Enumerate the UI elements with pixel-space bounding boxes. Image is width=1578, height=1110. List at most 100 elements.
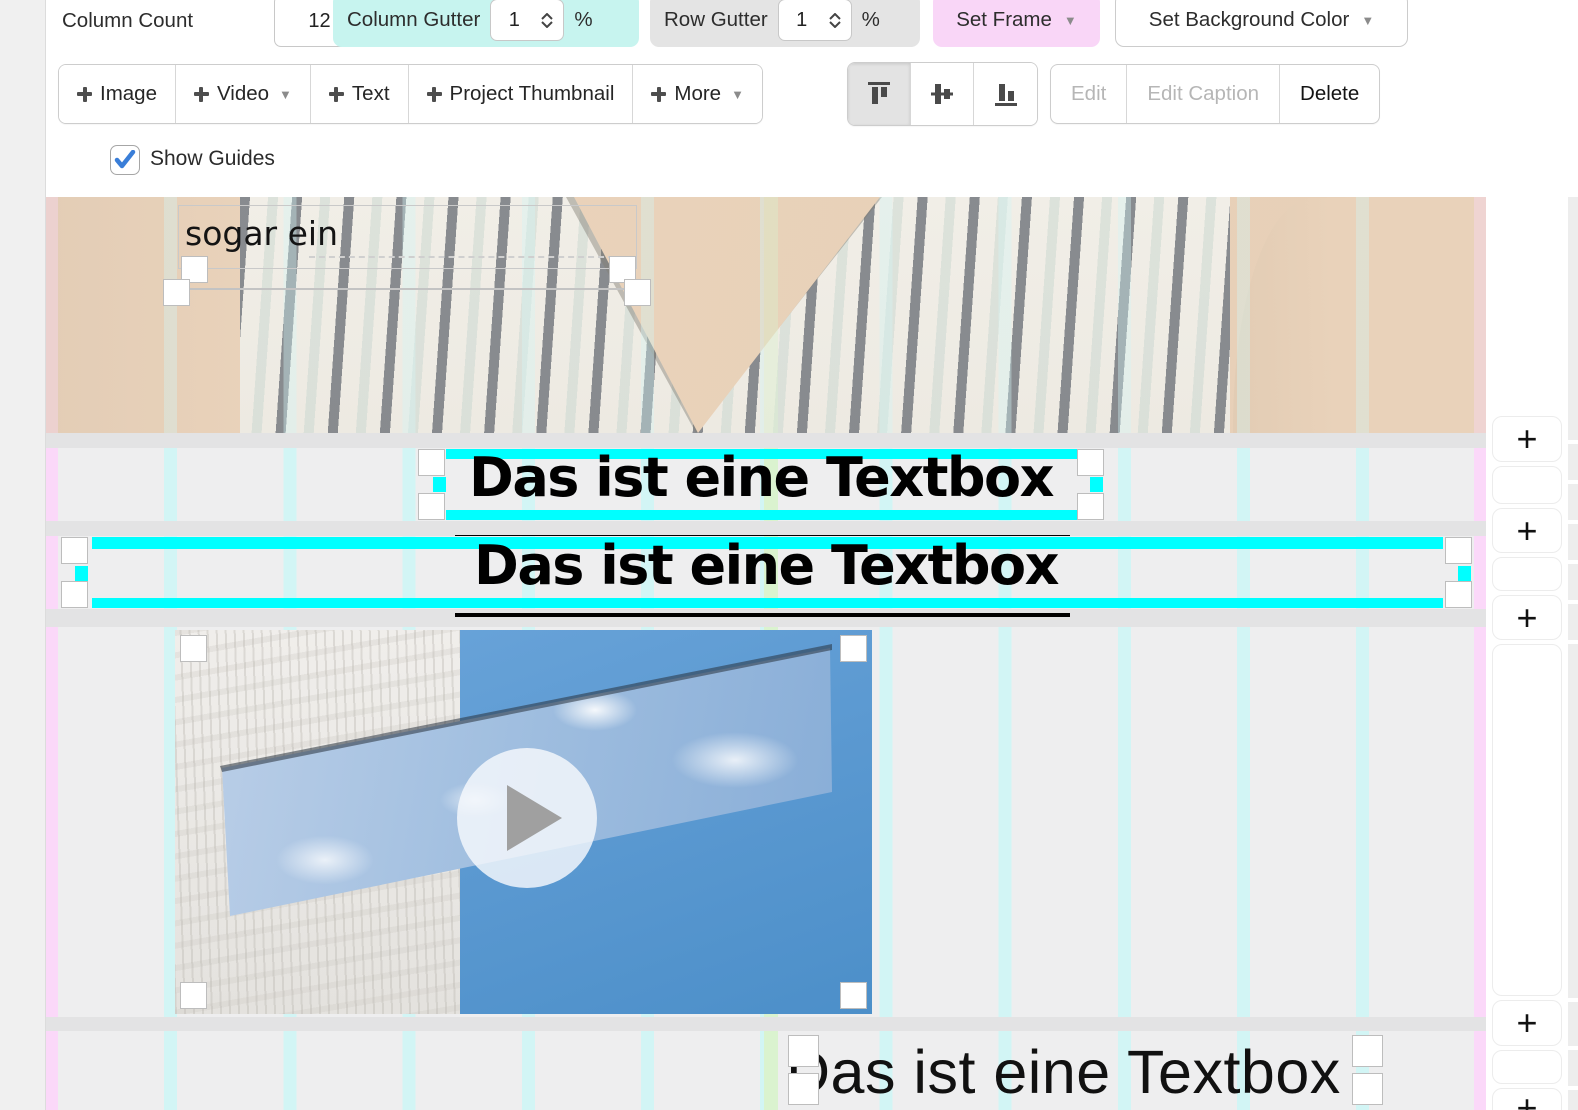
plus-icon [427,87,442,102]
plus-icon [329,87,344,102]
row-gutter-input[interactable]: 1 [778,0,852,41]
add-project-thumbnail-button[interactable]: Project Thumbnail [409,65,634,123]
add-project-thumbnail-label: Project Thumbnail [450,82,615,106]
play-button[interactable] [457,748,597,888]
plus-icon: + [1516,1002,1537,1044]
resize-handle[interactable] [840,635,867,662]
margin-handle[interactable] [75,566,88,581]
add-row-button[interactable]: + [1492,1000,1562,1046]
resize-handle[interactable] [61,581,88,608]
resize-handle[interactable] [840,982,867,1009]
toolbar: Column Count 12 Column Gutter 1 % Row Gu… [46,0,1578,197]
add-more-button[interactable]: More ▼ [633,65,762,123]
resize-handle[interactable] [61,537,88,564]
column-gutter-label: Column Gutter [347,8,480,32]
stepper-icon[interactable] [537,13,557,28]
column-count-label: Column Count [62,9,193,33]
align-middle-icon [929,80,955,108]
adjacent-rail-edge [1568,197,1578,1110]
add-row-button[interactable]: + [1492,508,1562,553]
plus-icon: + [1516,510,1537,552]
textbox-row-1[interactable]: Das ist eine Textbox [46,448,1486,521]
align-bottom-button[interactable] [974,63,1037,125]
add-video-button[interactable]: Video ▼ [176,65,311,123]
row-spacer-cell[interactable] [1492,557,1562,591]
margin-handle[interactable] [1458,566,1471,581]
align-top-button[interactable] [848,63,911,125]
resize-handle[interactable] [1352,1035,1383,1067]
add-video-label: Video [217,82,269,106]
delete-button[interactable]: Delete [1280,65,1379,123]
textbox-heading[interactable]: Das ist eine Textbox [786,1037,1341,1107]
add-row-button[interactable]: + [1492,416,1562,462]
row-gutter-value[interactable]: 1 [779,9,825,32]
set-background-color-button[interactable]: Set Background Color ▼ [1115,0,1408,47]
right-arm [1227,197,1486,433]
row-gutter-chip: Row Gutter 1 % [650,0,920,47]
resize-handle[interactable] [1077,449,1104,476]
textbox-row-2[interactable]: Das ist eine Textbox [46,536,1486,609]
resize-handle[interactable] [418,493,445,520]
resize-handle[interactable] [1445,537,1472,564]
editor-canvas[interactable]: sogar ein Das ist eine Textbox [46,197,1486,1110]
edit-action-group: Edit Edit Caption Delete [1050,64,1380,124]
edit-caption-button[interactable]: Edit Caption [1127,65,1280,123]
set-frame-button[interactable]: Set Frame ▼ [933,0,1100,47]
show-guides-label: Show Guides [150,147,275,171]
row-spacer-cell[interactable] [1492,466,1562,504]
chevron-down-icon: ▼ [731,87,744,102]
resize-handle[interactable] [418,449,445,476]
resize-handle[interactable] [180,635,207,662]
selected-textbox-1[interactable]: Das ist eine Textbox [420,449,1102,520]
overlay-textbox[interactable]: sogar ein [178,205,637,269]
plus-icon: + [1516,418,1537,460]
margin-handle[interactable] [433,477,446,492]
selection-margin-bar [446,510,1086,520]
overlay-text[interactable]: sogar ein [185,214,338,253]
resize-handle[interactable] [180,982,207,1009]
add-row-button[interactable]: + [1492,595,1562,640]
selected-textbox-2[interactable]: Das ist eine Textbox [60,537,1472,608]
video-row[interactable] [46,627,1486,1017]
add-row-button[interactable]: + [1492,1088,1562,1110]
selection-margin-bar [92,598,1443,608]
plus-icon [651,87,666,102]
textbox-row-3[interactable]: Das ist eine Textbox [46,1031,1486,1110]
resize-handle[interactable] [1445,581,1472,608]
add-image-button[interactable]: Image [59,65,176,123]
video-element[interactable] [175,630,872,1014]
align-top-icon [866,80,892,108]
resize-handle[interactable] [163,279,190,306]
stepper-icon[interactable] [825,13,845,28]
add-element-group: Image Video ▼ Text Project Thumbnail Mor… [58,64,763,124]
column-gutter-value[interactable]: 1 [491,9,537,32]
row-spacer-cell[interactable] [1492,1050,1562,1084]
play-icon [507,785,562,851]
left-rail [0,0,46,1110]
add-text-label: Text [352,82,390,106]
resize-handle[interactable] [1077,493,1104,520]
chevron-down-icon: ▼ [279,87,292,102]
row-spacer-cell[interactable] [1492,644,1562,996]
resize-handle[interactable] [624,279,651,306]
row-gutter-unit: % [862,8,880,32]
resize-handle[interactable] [788,1073,819,1105]
chevron-down-icon: ▼ [1064,13,1077,28]
image-row[interactable]: sogar ein [46,197,1486,433]
plus-icon [194,87,209,102]
set-background-color-label: Set Background Color [1149,8,1350,32]
resize-handle[interactable] [788,1035,819,1067]
textbox-heading[interactable]: Das ist eine Textbox [60,534,1472,597]
show-guides-checkbox[interactable] [110,145,140,175]
row-gutter-label: Row Gutter [664,8,768,32]
margin-handle[interactable] [1090,477,1103,492]
app-window: Column Count 12 Column Gutter 1 % Row Gu… [0,0,1578,1110]
edit-button[interactable]: Edit [1051,65,1127,123]
align-middle-button[interactable] [911,63,974,125]
column-gutter-input[interactable]: 1 [490,0,564,41]
add-text-button[interactable]: Text [311,65,409,123]
resize-handle[interactable] [1352,1073,1383,1105]
baseline-dash [309,256,614,258]
textbox-heading[interactable]: Das ist eine Textbox [420,446,1102,509]
checkmark-icon [114,150,136,170]
